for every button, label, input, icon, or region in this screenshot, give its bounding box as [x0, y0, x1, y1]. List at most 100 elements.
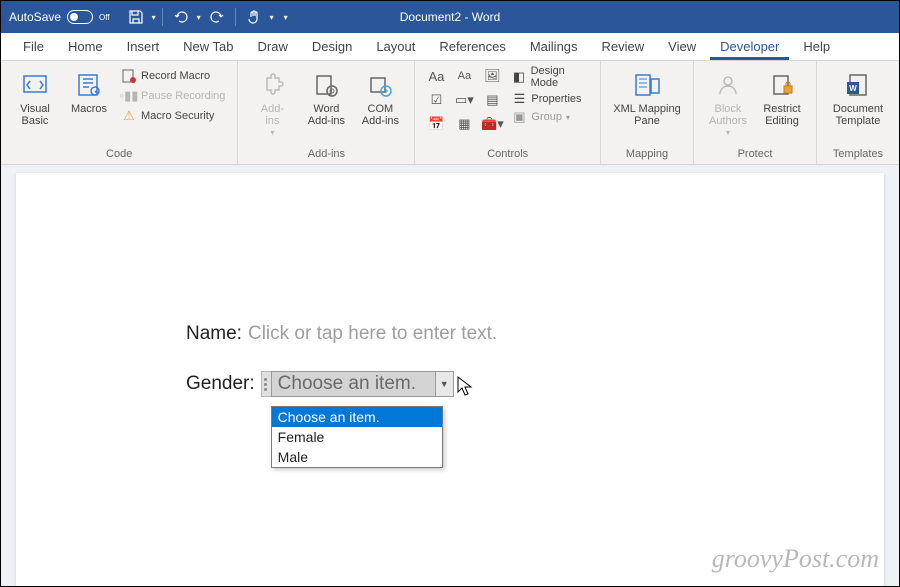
- control-gallery: Aa Aa 🖼 ☑ ▭▾ ▤ 📅 ▦ 🧰▾: [423, 65, 505, 135]
- quick-access-toolbar: ▾ ▾ ▾ ▾: [118, 5, 288, 29]
- record-macro-button[interactable]: Record Macro: [117, 67, 229, 85]
- group-label-protect: Protect: [702, 146, 808, 164]
- plain-text-control[interactable]: Aa: [451, 65, 477, 87]
- visual-basic-button[interactable]: Visual Basic: [9, 65, 61, 131]
- legacy-tools[interactable]: 🧰▾: [479, 113, 505, 135]
- group-label-code: Code: [9, 146, 229, 164]
- repeating-control[interactable]: ▦: [451, 113, 477, 135]
- group-icon: ▣: [511, 109, 527, 125]
- block-authors-button[interactable]: Block Authors ▾: [702, 65, 754, 142]
- undo-icon: [173, 9, 189, 25]
- xml-mapping-button[interactable]: XML Mapping Pane: [609, 65, 685, 131]
- warning-icon: ⚠: [121, 108, 137, 124]
- mouse-cursor-icon: [456, 375, 474, 397]
- document-template-button[interactable]: W Document Template: [825, 65, 891, 131]
- window-title: Document2 - Word: [400, 10, 500, 24]
- redo-icon: [209, 9, 225, 25]
- dropdown-control[interactable]: ▤: [479, 89, 505, 111]
- tab-view[interactable]: View: [658, 34, 706, 60]
- visual-basic-icon: [19, 69, 51, 101]
- xml-mapping-icon: [631, 69, 663, 101]
- ribbon: Visual Basic Macros Record Macro ◦▮▮ Pau…: [1, 61, 899, 165]
- dropdown-item[interactable]: Male: [272, 447, 442, 467]
- tab-references[interactable]: References: [429, 34, 515, 60]
- svg-text:W: W: [849, 84, 857, 93]
- group-label-controls: Controls: [423, 146, 592, 164]
- group-code: Visual Basic Macros Record Macro ◦▮▮ Pau…: [1, 61, 238, 164]
- document-page[interactable]: Name: Click or tap here to enter text. G…: [16, 173, 884, 586]
- undo-button[interactable]: [169, 5, 193, 29]
- tab-newtab[interactable]: New Tab: [173, 34, 243, 60]
- macro-security-button[interactable]: ⚠ Macro Security: [117, 107, 229, 125]
- tab-insert[interactable]: Insert: [117, 34, 170, 60]
- combo-dropdown-list: Choose an item. Female Male: [271, 406, 443, 468]
- block-authors-icon: [712, 69, 744, 101]
- pause-icon: ◦▮▮: [121, 88, 137, 104]
- group-label-templates: Templates: [825, 146, 891, 164]
- gender-combo-box[interactable]: Choose an item. ▼ Choose an item. Female…: [261, 371, 454, 397]
- addins-icon: [256, 69, 288, 101]
- group-protect: Block Authors ▾ Restrict Editing Protect: [694, 61, 817, 164]
- design-mode-icon: ◧: [511, 69, 526, 85]
- design-mode-button[interactable]: ◧ Design Mode: [511, 65, 592, 89]
- word-addins-icon: [310, 69, 342, 101]
- restrict-editing-button[interactable]: Restrict Editing: [756, 65, 808, 131]
- group-mapping: XML Mapping Pane Mapping: [601, 61, 694, 164]
- gender-label: Gender:: [186, 373, 255, 395]
- name-label: Name:: [186, 323, 242, 345]
- combo-dropdown-button[interactable]: ▼: [436, 371, 454, 397]
- group-controls: Aa Aa 🖼 ☑ ▭▾ ▤ 📅 ▦ 🧰▾ ◧ Design Mode ☰ Pr…: [415, 61, 601, 164]
- word-addins-button[interactable]: Word Add-ins: [300, 65, 352, 131]
- addins-button[interactable]: Add- ins ▾: [246, 65, 298, 142]
- ribbon-tabs: File Home Insert New Tab Draw Design Lay…: [1, 33, 899, 61]
- com-addins-button[interactable]: COM Add-ins: [354, 65, 406, 131]
- tab-design[interactable]: Design: [302, 34, 362, 60]
- dropdown-item[interactable]: Choose an item.: [272, 407, 442, 427]
- tab-file[interactable]: File: [13, 34, 54, 60]
- combo-display[interactable]: Choose an item.: [271, 371, 436, 397]
- save-button[interactable]: [124, 5, 148, 29]
- workspace: Name: Click or tap here to enter text. G…: [1, 165, 899, 586]
- properties-icon: ☰: [511, 91, 527, 107]
- restrict-editing-icon: [766, 69, 798, 101]
- autosave-label: AutoSave: [9, 10, 61, 24]
- toggle-off-icon: [67, 10, 93, 24]
- tab-layout[interactable]: Layout: [366, 34, 425, 60]
- checkbox-control[interactable]: ☑: [423, 89, 449, 111]
- combo-handle-icon[interactable]: [261, 371, 271, 397]
- date-picker-control[interactable]: 📅: [423, 113, 449, 135]
- autosave-state: Off: [99, 13, 110, 22]
- group-label-mapping: Mapping: [609, 146, 685, 164]
- hand-icon: [246, 9, 262, 25]
- pause-recording-button: ◦▮▮ Pause Recording: [117, 87, 229, 105]
- properties-button[interactable]: ☰ Properties: [511, 91, 592, 107]
- com-addins-icon: [364, 69, 396, 101]
- picture-control[interactable]: 🖼: [479, 65, 505, 87]
- name-field-row: Name: Click or tap here to enter text.: [186, 323, 884, 345]
- document-template-icon: W: [842, 69, 874, 101]
- tab-mailings[interactable]: Mailings: [520, 34, 588, 60]
- tab-help[interactable]: Help: [793, 34, 840, 60]
- save-icon: [128, 9, 144, 25]
- watermark: groovyPost.com: [712, 544, 879, 574]
- record-icon: [121, 68, 137, 84]
- macros-icon: [73, 69, 105, 101]
- redo-button[interactable]: [205, 5, 229, 29]
- title-bar: AutoSave Off ▾ ▾ ▾ ▾ Document2 - Word: [1, 1, 899, 33]
- dropdown-item[interactable]: Female: [272, 427, 442, 447]
- tab-review[interactable]: Review: [592, 34, 655, 60]
- macros-button[interactable]: Macros: [63, 65, 115, 119]
- tab-home[interactable]: Home: [58, 34, 113, 60]
- gender-field-row: Gender: Choose an item. ▼ Choose an item…: [186, 371, 884, 397]
- group-addins: Add- ins ▾ Word Add-ins COM Add-ins Add-…: [238, 61, 415, 164]
- group-label-addins: Add-ins: [246, 146, 406, 164]
- autosave-toggle[interactable]: AutoSave Off: [1, 10, 118, 24]
- tab-draw[interactable]: Draw: [248, 34, 298, 60]
- rich-text-control[interactable]: Aa: [423, 65, 449, 87]
- group-button[interactable]: ▣ Group ▾: [511, 109, 592, 125]
- tab-developer[interactable]: Developer: [710, 34, 789, 60]
- combo-box-control[interactable]: ▭▾: [451, 89, 477, 111]
- group-templates: W Document Template Templates: [817, 61, 899, 164]
- name-content-control[interactable]: Click or tap here to enter text.: [248, 323, 497, 345]
- touch-mouse-mode-button[interactable]: [242, 5, 266, 29]
